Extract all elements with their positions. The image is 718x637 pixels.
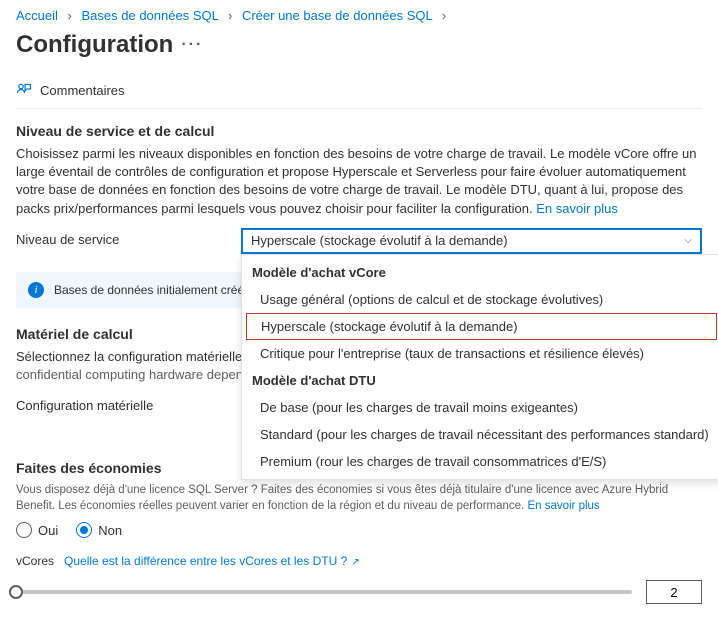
savings-radio-group: Oui Non bbox=[16, 522, 702, 538]
dropdown-opt-standard[interactable]: Standard (pour les charges de travail né… bbox=[242, 421, 718, 448]
dropdown-group-dtu: Modèle d'achat DTU bbox=[242, 367, 718, 394]
chevron-down-icon: ⌵ bbox=[684, 235, 692, 246]
feedback-button[interactable]: Commentaires bbox=[40, 83, 125, 98]
chevron-right-icon: › bbox=[442, 8, 446, 23]
chevron-right-icon: › bbox=[68, 8, 72, 23]
service-tier-select[interactable]: Hyperscale (stockage évolutif à la deman… bbox=[241, 228, 702, 254]
radio-yes[interactable]: Oui bbox=[16, 522, 58, 538]
service-tier-dropdown: Modèle d'achat vCore Usage général (opti… bbox=[241, 254, 718, 480]
dropdown-opt-business[interactable]: Critique pour l'entreprise (taux de tran… bbox=[242, 340, 718, 367]
service-tier-selected-value: Hyperscale (stockage évolutif à la deman… bbox=[251, 233, 508, 248]
more-icon[interactable]: ··· bbox=[181, 36, 203, 54]
tier-description: Choisissez parmi les niveaux disponibles… bbox=[16, 145, 702, 218]
tier-learn-more-link[interactable]: En savoir plus bbox=[536, 201, 618, 216]
vcores-row: vCores Quelle est la différence entre le… bbox=[16, 554, 702, 568]
vcores-label: vCores bbox=[16, 554, 54, 568]
radio-icon bbox=[16, 522, 32, 538]
dropdown-group-vcore: Modèle d'achat vCore bbox=[242, 259, 718, 286]
dropdown-opt-basic[interactable]: De base (pour les charges de travail moi… bbox=[242, 394, 718, 421]
vcores-input[interactable] bbox=[646, 580, 702, 604]
radio-icon bbox=[76, 522, 92, 538]
vcores-help-link[interactable]: Quelle est la différence entre les vCore… bbox=[64, 554, 360, 568]
tier-heading: Niveau de service et de calcul bbox=[16, 123, 702, 139]
slider-thumb[interactable] bbox=[9, 585, 23, 599]
breadcrumb-item-home[interactable]: Accueil bbox=[16, 8, 58, 23]
breadcrumb-item-createsql[interactable]: Créer une base de données SQL bbox=[242, 8, 432, 23]
dropdown-opt-general[interactable]: Usage général (options de calcul et de s… bbox=[242, 286, 718, 313]
feedback-icon[interactable] bbox=[16, 81, 32, 100]
dropdown-opt-hyperscale[interactable]: Hyperscale (stockage évolutif à la deman… bbox=[246, 313, 717, 340]
external-link-icon: ↗ bbox=[351, 557, 359, 568]
info-icon: i bbox=[28, 282, 44, 298]
service-tier-label: Niveau de service bbox=[16, 228, 241, 247]
savings-learn-more-link[interactable]: En savoir plus bbox=[527, 500, 599, 512]
vcores-slider[interactable] bbox=[16, 590, 632, 594]
savings-description: Vous disposez déjà d'une licence SQL Ser… bbox=[16, 482, 702, 514]
chevron-right-icon: › bbox=[228, 8, 232, 23]
radio-no[interactable]: Non bbox=[76, 522, 122, 538]
command-bar: Commentaires bbox=[16, 73, 702, 109]
dropdown-opt-premium[interactable]: Premium (rour les charges de travail con… bbox=[242, 448, 718, 475]
breadcrumb-item-sqldb[interactable]: Bases de données SQL bbox=[82, 8, 219, 23]
breadcrumb: Accueil › Bases de données SQL › Créer u… bbox=[16, 0, 702, 27]
hardware-config-label: Configuration matérielle bbox=[16, 394, 241, 413]
page-title: Configuration ··· bbox=[16, 31, 702, 59]
